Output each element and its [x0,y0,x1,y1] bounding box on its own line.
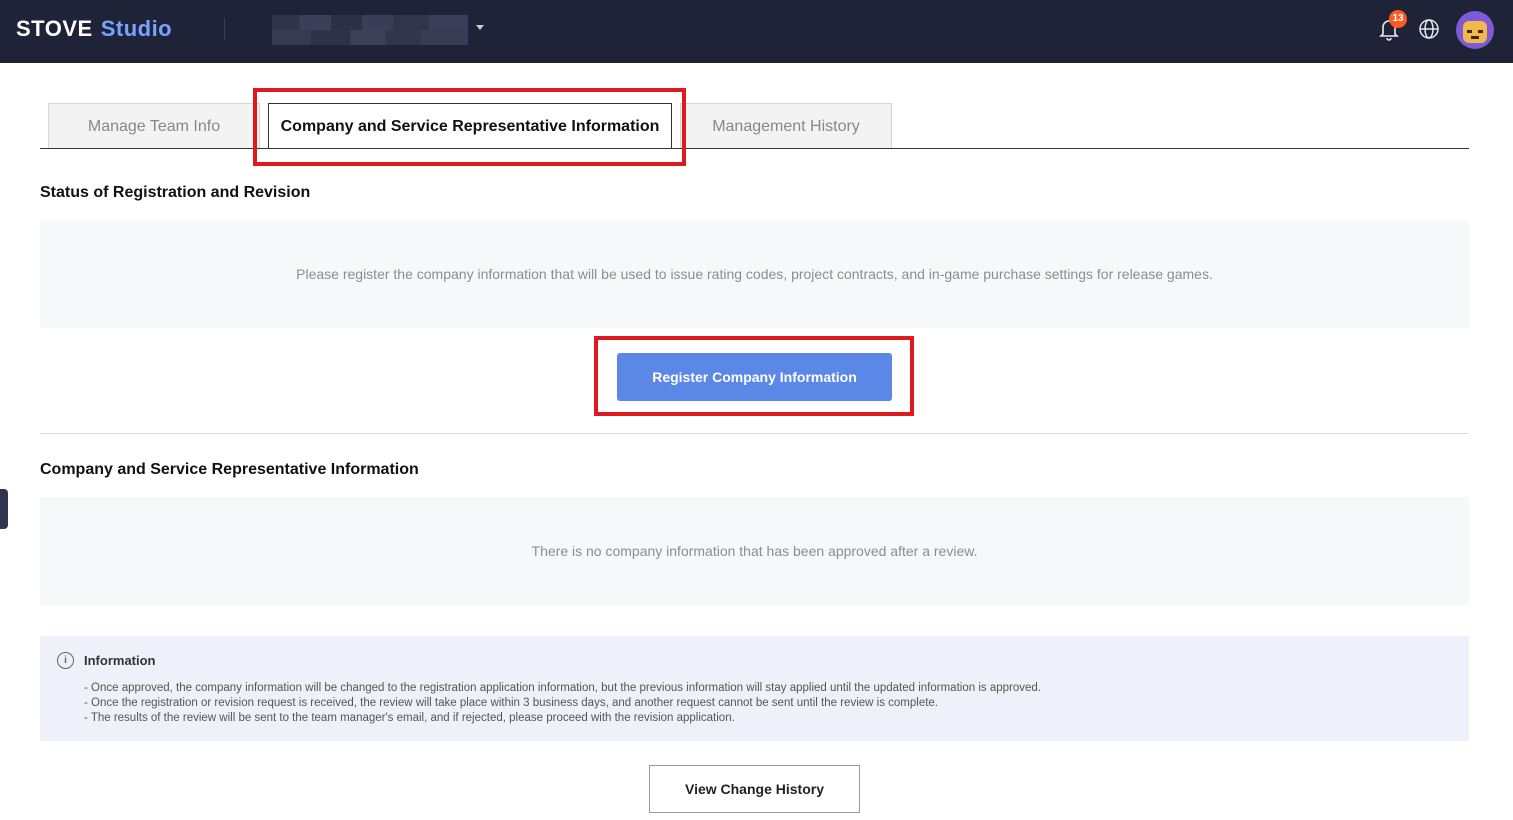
avatar-eye [1467,30,1472,33]
avatar-eye [1478,30,1483,33]
notification-count-badge: 13 [1389,10,1407,28]
avatar[interactable] [1456,11,1494,49]
section-title-registration-status: Status of Registration and Revision [40,184,311,201]
registration-message-box: Please register the company information … [40,220,1469,328]
information-line: - Once the registration or revision requ… [84,697,938,709]
tabs-baseline [40,148,1469,149]
register-company-information-button[interactable]: Register Company Information [617,353,892,401]
tab-management-history[interactable]: Management History [680,103,892,149]
information-line: - The results of the review will be sent… [84,712,735,724]
tab-manage-team-info[interactable]: Manage Team Info [48,103,260,149]
sidebar-toggle-handle[interactable] [0,489,8,529]
company-info-empty-box: There is no company information that has… [40,497,1469,605]
section-title-company-info: Company and Service Representative Infor… [40,461,419,478]
information-notice: i Information - Once approved, the compa… [40,636,1469,741]
information-title: Information [84,653,156,668]
information-lines: - Once approved, the company information… [84,681,1041,726]
avatar-mouth [1471,36,1479,39]
stove-studio-logo[interactable]: STOVE Studio [16,16,172,42]
tab-company-representative-info[interactable]: Company and Service Representative Infor… [268,103,672,149]
information-line: - Once approved, the company information… [84,682,1041,694]
logo-studio-text: Studio [100,16,173,41]
avatar-face [1463,21,1487,43]
header-divider [224,18,225,40]
section-divider [40,433,1469,434]
view-change-history-button[interactable]: View Change History [649,765,860,813]
logo-stove-text: STOVE [16,16,93,41]
team-selector-dropdown[interactable] [272,15,487,45]
globe-icon[interactable] [1418,18,1440,40]
chevron-down-icon [476,25,484,30]
info-icon: i [57,652,74,669]
team-name-redacted [272,15,468,45]
top-navigation-bar: STOVE Studio 13 [0,0,1513,63]
